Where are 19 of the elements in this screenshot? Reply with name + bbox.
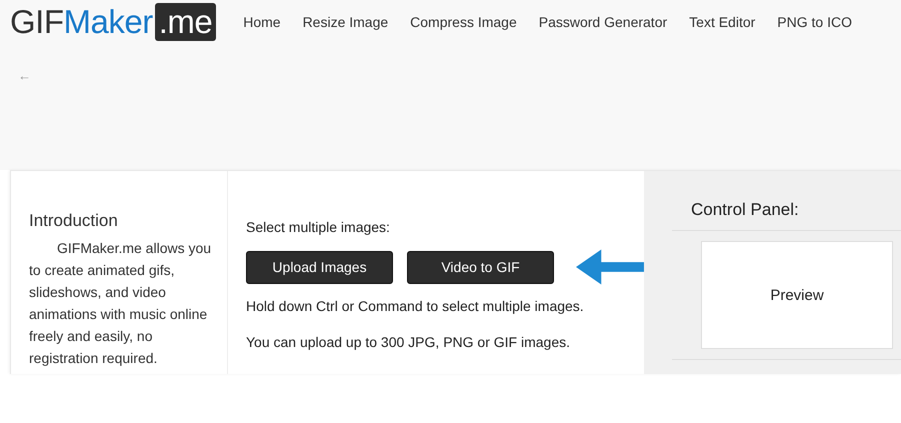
upload-label: Select multiple images:	[246, 219, 391, 235]
preview-box: Preview	[701, 241, 893, 349]
nav-link[interactable]: Compress Image	[399, 14, 528, 30]
video-button[interactable]: Video to GIF	[407, 250, 554, 284]
logo-badge[interactable]: .me	[154, 3, 216, 41]
section-title: Introduction	[29, 211, 119, 231]
logo-text[interactable]: Maker	[64, 3, 153, 41]
arrow-icon	[576, 249, 644, 285]
nav-link[interactable]: Password Generator	[528, 14, 678, 30]
intro-paragraph: GIFMaker.me allows you to create animated gifs, slideshows, and video animations with music online freely and easily, no registration required.	[29, 239, 212, 368]
nav-link[interactable]: Resize Image	[292, 14, 400, 30]
nav-link[interactable]: Text Editor	[678, 14, 766, 30]
nav-link[interactable]: PNG to ICO	[766, 14, 863, 30]
hint-text: You can upload up to 300 JPG, PNG or GIF images.	[246, 334, 571, 350]
panel-title: Control Panel:	[691, 200, 800, 220]
logo-text[interactable]: GIF	[10, 3, 64, 41]
nav-link[interactable]: Home	[232, 14, 292, 30]
upload-button[interactable]: Upload Images	[246, 250, 394, 284]
hint-text: Hold down Ctrl or Command to select multiple images.	[246, 298, 585, 314]
